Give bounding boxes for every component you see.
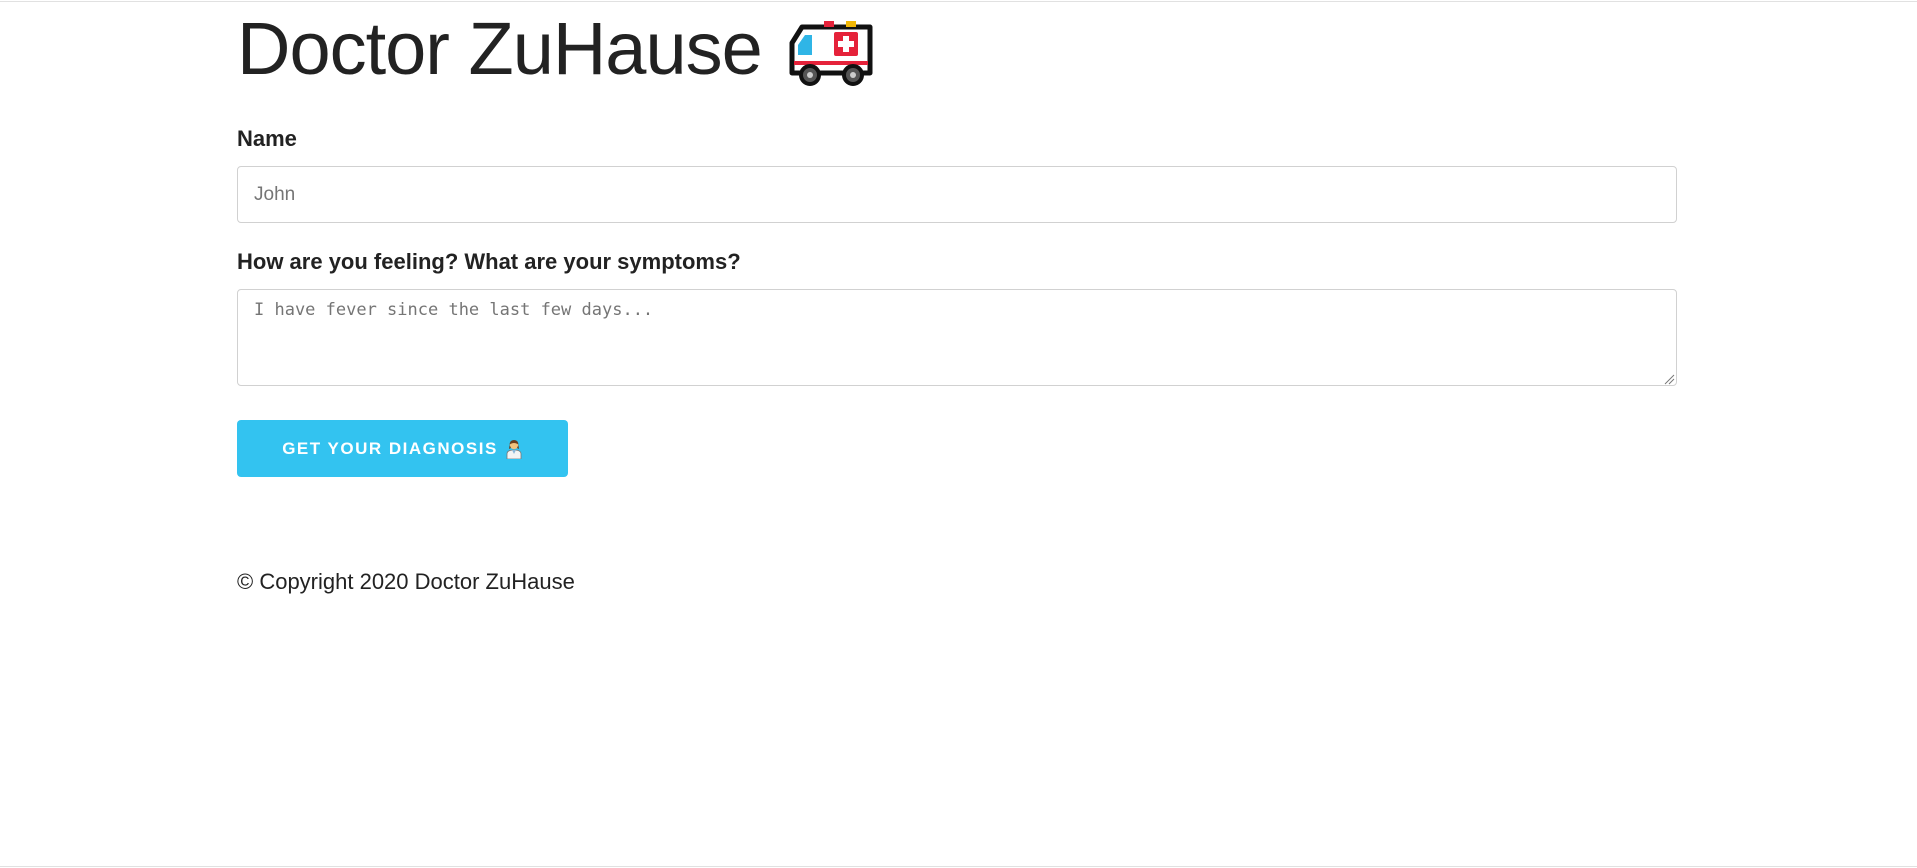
symptoms-label: How are you feeling? What are your sympt… [237, 249, 741, 274]
page-title-text: Doctor ZuHause [237, 7, 763, 90]
ambulance-icon [788, 17, 874, 89]
symptoms-textarea[interactable] [237, 289, 1677, 386]
name-input[interactable] [237, 166, 1677, 223]
footer-copyright: © Copyright 2020 Doctor ZuHause [237, 569, 575, 594]
name-label: Name [237, 126, 297, 151]
get-diagnosis-button[interactable]: Get your diagnosis [237, 420, 568, 477]
doctor-icon [505, 439, 523, 459]
resize-handle-icon[interactable] [1663, 372, 1675, 385]
page-title: Doctor ZuHause [237, 4, 874, 94]
top-divider [0, 1, 1917, 2]
get-diagnosis-label: Get your diagnosis [282, 438, 498, 458]
bottom-divider [0, 866, 1917, 867]
